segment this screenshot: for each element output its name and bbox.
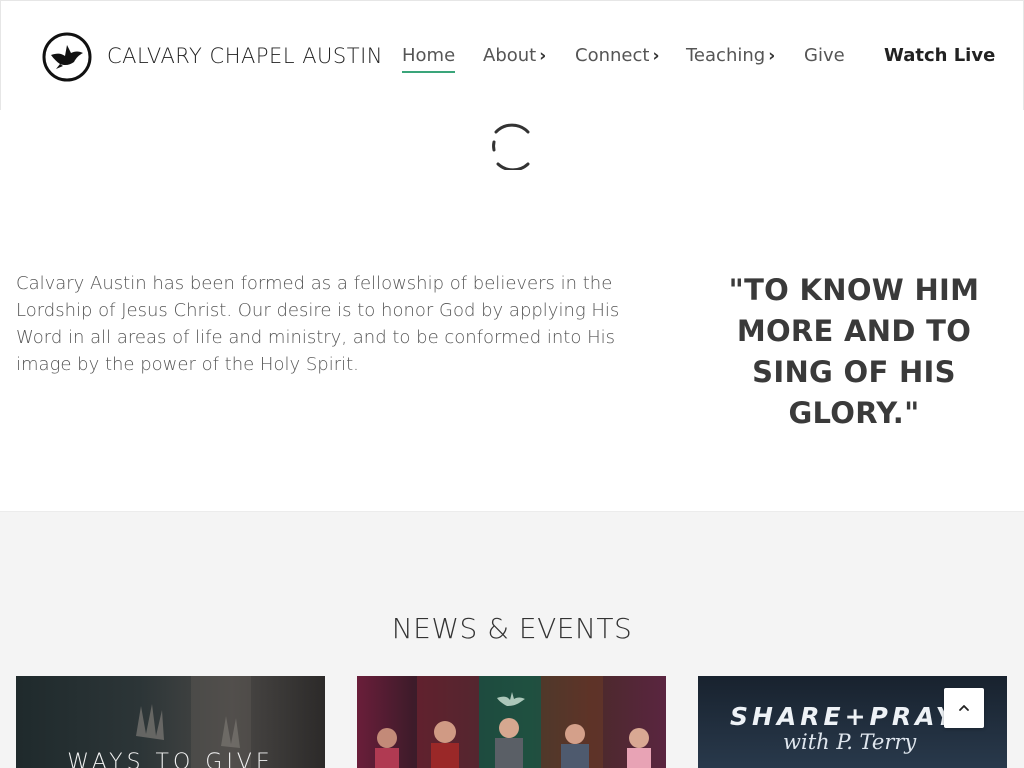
news-card-ways-to-give[interactable]: WAYS TO GIVE: [16, 676, 325, 768]
watch-live-link[interactable]: Watch Live: [884, 45, 995, 66]
back-to-top-button[interactable]: [944, 688, 984, 728]
chevron-right-icon: ›: [539, 46, 547, 66]
card-title: SHARE+PRAY: [730, 702, 958, 731]
intro-paragraph: Calvary Austin has been formed as a fell…: [16, 273, 620, 375]
mission-quote: "TO KNOW HIM MORE AND TO SING OF HIS GLO…: [728, 273, 980, 430]
nav-connect[interactable]: Connect ›: [575, 45, 659, 66]
news-events-title: NEWS & EVENTS: [391, 612, 633, 645]
nav-teaching[interactable]: Teaching ›: [686, 45, 775, 66]
card-subtitle: with P. Terry: [783, 730, 917, 754]
nav-give-label: Give: [804, 45, 845, 66]
nav-home[interactable]: Home: [402, 45, 456, 73]
loading-spinner-icon: [490, 120, 534, 172]
nav-give[interactable]: Give: [804, 45, 845, 66]
nav-home-label: Home: [402, 45, 456, 66]
news-card-pastors[interactable]: [357, 676, 666, 768]
chevron-right-icon: ›: [768, 46, 776, 66]
chevron-right-icon: ›: [652, 46, 660, 66]
nav-about[interactable]: About ›: [483, 45, 546, 66]
chevron-up-icon: [959, 705, 969, 711]
site-header: CALVARY CHAPEL AUSTIN Home About › Connec…: [0, 0, 1024, 110]
nav-connect-label: Connect: [575, 45, 650, 66]
nav-teaching-label: Teaching: [686, 45, 766, 66]
dove-logo-icon[interactable]: [41, 31, 93, 83]
brand-name[interactable]: CALVARY CHAPEL AUSTIN: [107, 44, 383, 68]
card-label: WAYS TO GIVE: [67, 750, 274, 768]
nav-about-label: About: [483, 45, 537, 66]
news-events-section: NEWS & EVENTS WAYS TO GIVE SHARE+PRAY wi…: [0, 511, 1024, 768]
